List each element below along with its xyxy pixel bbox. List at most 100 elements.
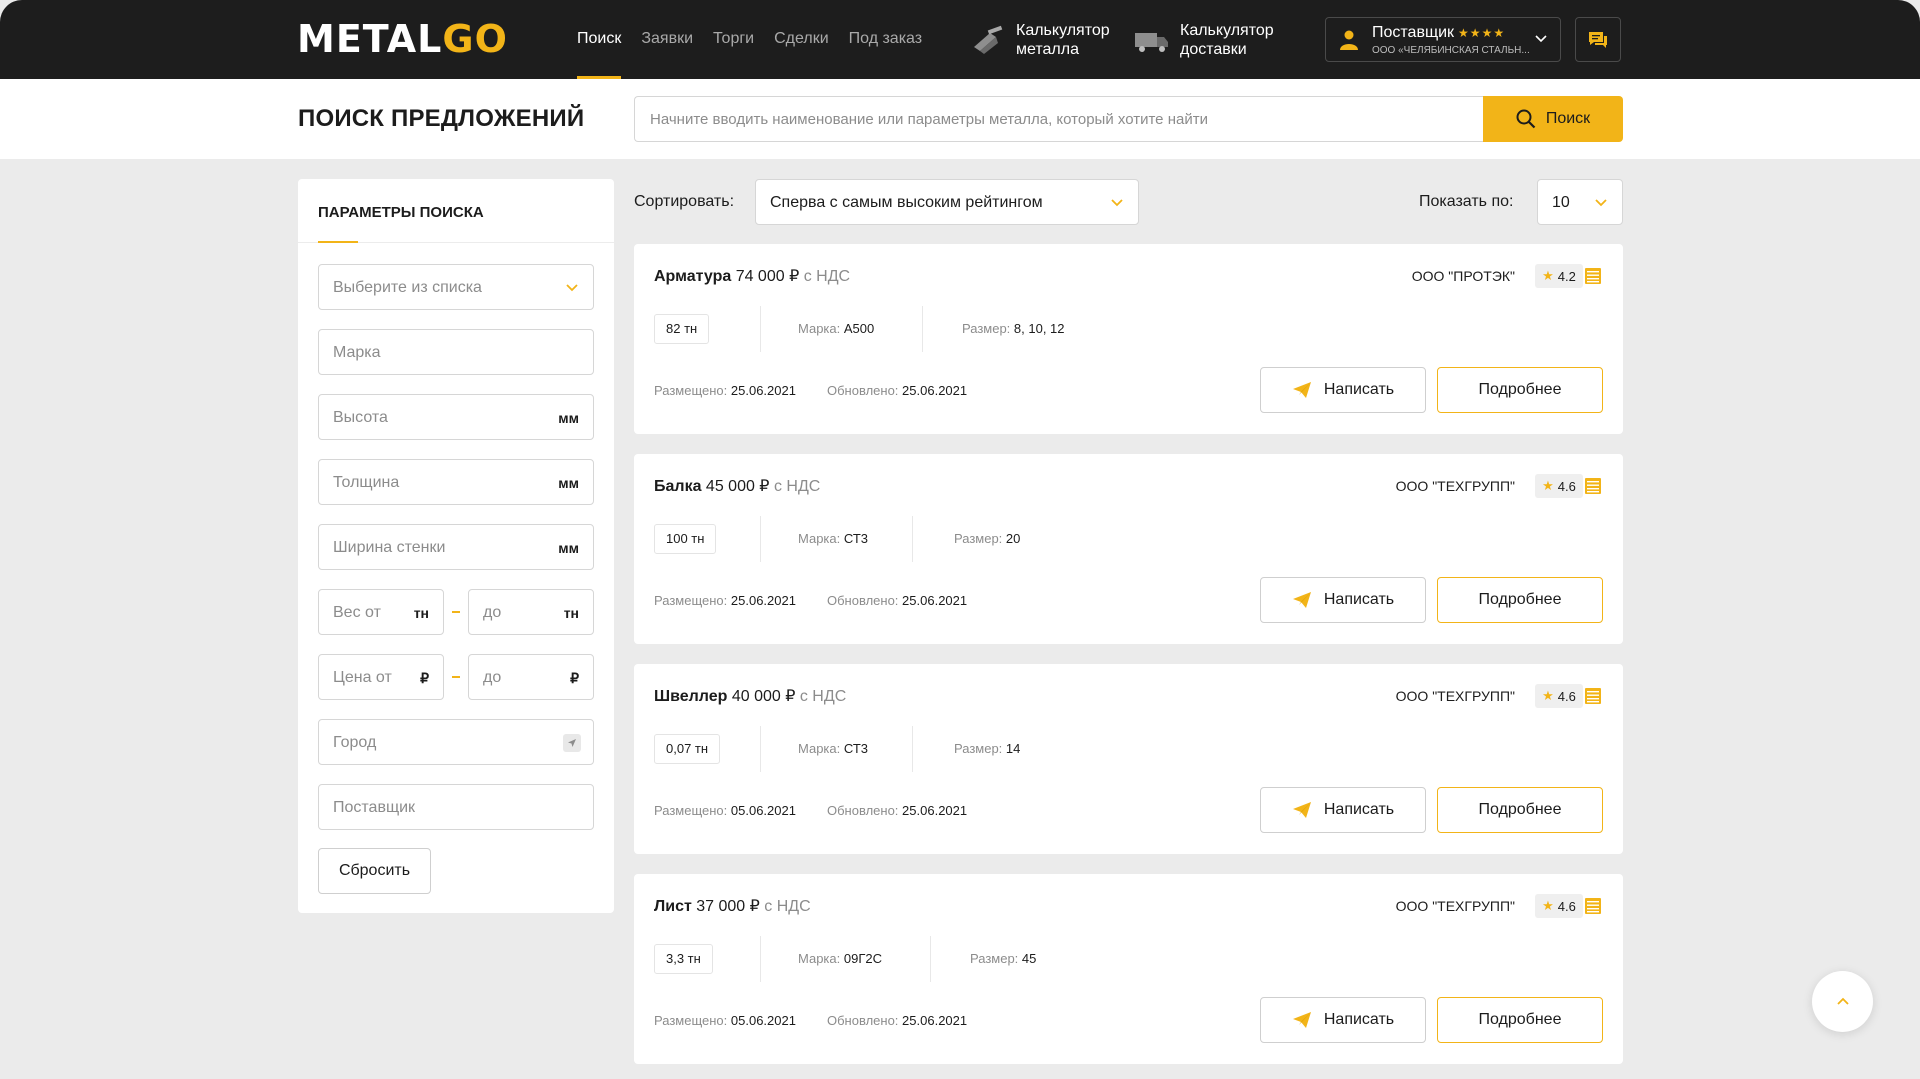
location-icon[interactable] <box>563 734 581 752</box>
nav-item-search[interactable]: Поиск <box>577 0 622 79</box>
delivery-calculator-link[interactable]: Калькулятор доставки <box>1134 19 1290 61</box>
details-button[interactable]: Подробнее <box>1437 997 1603 1043</box>
search-params-panel: ПАРАМЕТРЫ ПОИСКА Выберите из списка Марк… <box>298 179 614 913</box>
divider <box>760 516 761 562</box>
document-icon[interactable] <box>1583 686 1603 706</box>
search-icon <box>1516 109 1536 129</box>
city-field[interactable]: Город <box>318 719 594 765</box>
placed-label: Размещено: <box>654 593 728 608</box>
write-button[interactable]: Написать <box>1260 787 1426 833</box>
grade-label: Марка: <box>798 321 841 336</box>
document-icon[interactable] <box>1583 266 1603 286</box>
details-button-label: Подробнее <box>1478 381 1562 398</box>
grade-value: 09Г2С <box>843 951 882 966</box>
offer-updated-date: Обновлено: 25.06.2021 <box>827 593 967 608</box>
size-value: 20 <box>1005 531 1021 546</box>
supplier-rating: ★ 4.2 <box>1535 264 1583 288</box>
nav-item-deals[interactable]: Сделки <box>774 0 829 79</box>
height-placeholder: Высота <box>333 409 388 426</box>
reset-button[interactable]: Сбросить <box>318 848 431 894</box>
price-to-field[interactable]: до ₽ <box>468 654 594 700</box>
chevron-down-icon <box>1111 199 1123 207</box>
paper-plane-icon <box>1292 1012 1311 1028</box>
thickness-field[interactable]: Толщина мм <box>318 459 594 505</box>
nav-item-custom-order[interactable]: Под заказ <box>849 0 922 79</box>
updated-value: 25.06.2021 <box>902 803 968 818</box>
details-button[interactable]: Подробнее <box>1437 367 1603 413</box>
nav-item-requests[interactable]: Заявки <box>641 0 693 79</box>
logo[interactable]: METALGO <box>297 20 508 58</box>
details-button-label: Подробнее <box>1478 801 1562 818</box>
height-field[interactable]: Высота мм <box>318 394 594 440</box>
details-button[interactable]: Подробнее <box>1437 787 1603 833</box>
size-value: 14 <box>1005 741 1021 756</box>
sort-select[interactable]: Сперва с самым высоким рейтингом <box>755 179 1139 225</box>
size-label: Размер: <box>970 951 1019 966</box>
chevron-down-icon <box>1535 35 1547 43</box>
unit-label: ₽ <box>570 670 579 686</box>
nav-item-auctions[interactable]: Торги <box>713 0 754 79</box>
category-select-placeholder: Выберите из списка <box>333 279 482 296</box>
grade-placeholder: Марка <box>333 344 381 361</box>
updated-label: Обновлено: <box>827 383 899 398</box>
grade-field[interactable]: Марка <box>318 329 594 375</box>
size-label: Размер: <box>962 321 1011 336</box>
offer-vat: с НДС <box>799 688 847 705</box>
grade-label: Марка: <box>798 951 841 966</box>
sort-select-value: Сперва с самым высоким рейтингом <box>770 194 1043 211</box>
offer-supplier[interactable]: ООО "ТЕХГРУПП" <box>1396 688 1515 704</box>
range-dash <box>452 611 460 613</box>
details-button[interactable]: Подробнее <box>1437 577 1603 623</box>
search-button[interactable]: Поиск <box>1483 96 1623 142</box>
offer-vat: с НДС <box>803 268 851 285</box>
offer-title[interactable]: Арматура 74 000 ₽ с НДС <box>654 266 850 286</box>
supplier-rating: ★ 4.6 <box>1535 894 1583 918</box>
metal-calculator-label: Калькулятор металла <box>1016 22 1110 58</box>
rating-value: 4.6 <box>1557 688 1576 704</box>
divider <box>912 726 913 772</box>
scroll-to-top-button[interactable] <box>1812 971 1873 1032</box>
updated-value: 25.06.2021 <box>902 593 968 608</box>
size-value: 8, 10, 12 <box>1013 321 1065 336</box>
write-button[interactable]: Написать <box>1260 367 1426 413</box>
weight-to-placeholder: до <box>483 604 502 621</box>
weight-to-field[interactable]: до тн <box>468 589 594 635</box>
divider <box>930 936 931 982</box>
offer-quantity: 82 тн <box>654 314 710 344</box>
offer-title[interactable]: Швеллер 40 000 ₽ с НДС <box>654 686 846 706</box>
offer-size: Размер: 14 <box>954 741 1020 756</box>
weight-from-field[interactable]: Вес от тн <box>318 589 444 635</box>
chat-button[interactable] <box>1575 17 1621 62</box>
user-rating-stars: ★★★★ <box>1458 26 1506 40</box>
wall-width-field[interactable]: Ширина стенки мм <box>318 524 594 570</box>
write-button[interactable]: Написать <box>1260 577 1426 623</box>
offer-title[interactable]: Балка 45 000 ₽ с НДС <box>654 476 820 496</box>
write-button[interactable]: Написать <box>1260 997 1426 1043</box>
main-nav: Поиск Заявки Торги Сделки Под заказ <box>577 0 942 79</box>
offer-supplier[interactable]: ООО "ПРОТЭК" <box>1412 268 1515 284</box>
placed-label: Размещено: <box>654 1013 728 1028</box>
user-role-label: Поставщик <box>1372 24 1455 41</box>
offer-vat: с НДС <box>764 898 811 915</box>
offer-supplier[interactable]: ООО "ТЕХГРУПП" <box>1396 898 1515 914</box>
chevron-down-icon <box>566 284 578 292</box>
offer-placed-date: Размещено: 25.06.2021 <box>654 593 796 608</box>
offer-size: Размер: 45 <box>970 951 1036 966</box>
metal-calculator-link[interactable]: Калькулятор металла <box>970 19 1126 61</box>
placed-label: Размещено: <box>654 803 728 818</box>
search-input[interactable] <box>634 96 1484 142</box>
user-menu[interactable]: Поставщик ★★★★ ООО «ЧЕЛЯБИНСКАЯ СТАЛЬН... <box>1325 17 1561 62</box>
offer-name: Балка <box>654 478 702 495</box>
document-icon[interactable] <box>1583 476 1603 496</box>
price-from-field[interactable]: Цена от ₽ <box>318 654 444 700</box>
metal-calculator-icon <box>974 25 1003 54</box>
category-select[interactable]: Выберите из списка <box>318 264 594 310</box>
truck-icon <box>1135 33 1168 52</box>
grade-label: Марка: <box>798 741 841 756</box>
offer-title[interactable]: Лист 37 000 ₽ с НДС <box>654 896 811 916</box>
supplier-field[interactable]: Поставщик <box>318 784 594 830</box>
document-icon[interactable] <box>1583 896 1603 916</box>
offer-vat: с НДС <box>773 478 821 495</box>
offer-supplier[interactable]: ООО "ТЕХГРУПП" <box>1396 478 1515 494</box>
page-size-select[interactable]: 10 <box>1537 179 1623 225</box>
